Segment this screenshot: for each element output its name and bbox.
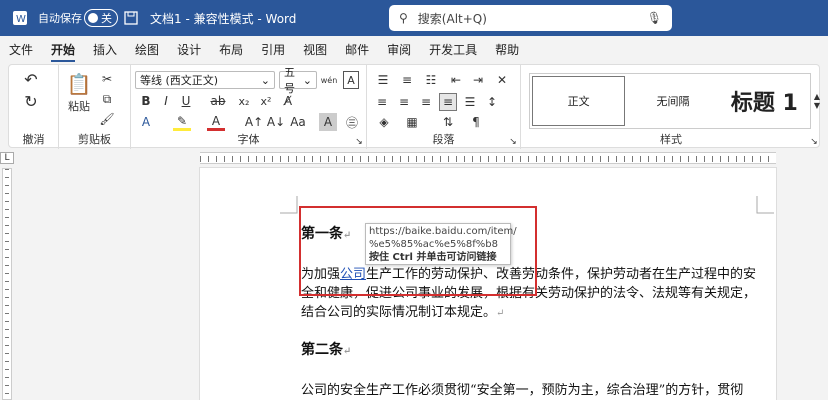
chevron-down-icon: ⌄: [302, 73, 312, 87]
paragraph-group: ☰ ≡ ☷ ⇤ ⇥ ✕ ≡ ≡ ≡ ≡ ☰ ↕ ◈ ▦ ⇅ ¶ 段落 ↘: [367, 65, 521, 149]
clear-format-icon[interactable]: A̸: [279, 93, 297, 109]
font-size-combo[interactable]: 五号 ⌄: [279, 66, 317, 95]
document-title: 文档1 - 兼容性模式 - Word: [150, 11, 297, 26]
search-placeholder: 搜索(Alt+Q): [417, 11, 487, 26]
undo-icon[interactable]: ↶: [19, 69, 43, 89]
paragraph-dialog-launcher-icon[interactable]: ↘: [508, 137, 518, 147]
justify-icon[interactable]: ≡: [439, 93, 457, 111]
horizontal-ruler[interactable]: [200, 152, 776, 164]
char-border-icon[interactable]: A: [343, 71, 359, 89]
bullets-icon[interactable]: ☰: [373, 71, 393, 89]
paste-icon[interactable]: 📋: [65, 71, 93, 97]
tab-4[interactable]: 设计: [168, 36, 210, 64]
paragraph-2-line1: 公司的安全生产工作必须贯彻“安全第一，预防为主，综合治理”的方针，贯彻: [301, 383, 744, 398]
font-group: 等线 (西文正文) ⌄ 五号 ⌄ wén A B I U ab x₂ x² A̸ A…: [131, 65, 367, 149]
title-bar: W 自动保存 关 文档1 - 兼容性模式 - Word ⚲ 搜索(Alt+Q) …: [0, 0, 828, 36]
tab-10[interactable]: 开发工具: [420, 36, 486, 64]
para1-line3: 结合公司的实际情况制订本规定。: [301, 305, 497, 320]
search-box[interactable]: ⚲ 搜索(Alt+Q) 🎙: [389, 5, 672, 31]
font-dialog-launcher-icon[interactable]: ↘: [354, 137, 364, 147]
annotation-highlight-box: [299, 206, 537, 296]
tab-9[interactable]: 审阅: [378, 36, 420, 64]
clipboard-group: 📋 粘贴 ✂ ⧉ 🖌 剪贴板: [59, 65, 131, 149]
grow-font-icon[interactable]: A↑: [245, 113, 263, 131]
numbering-icon[interactable]: ≡: [397, 71, 417, 89]
subscript-icon[interactable]: x₂: [235, 93, 253, 109]
redo-icon[interactable]: ↻: [19, 91, 43, 111]
strikethrough-icon[interactable]: ab: [209, 93, 227, 109]
text-effects-icon[interactable]: A: [137, 113, 155, 131]
borders-icon[interactable]: ▦: [403, 113, 421, 131]
chinese-layout-icon[interactable]: ✕: [493, 71, 511, 89]
align-center-icon[interactable]: ≡: [395, 93, 413, 111]
tab-1[interactable]: 开始: [42, 36, 84, 64]
phonetic-guide-icon[interactable]: wén: [321, 71, 338, 89]
tab-11[interactable]: 帮助: [486, 36, 528, 64]
word-logo-icon[interactable]: W: [12, 0, 28, 36]
tab-selector-icon[interactable]: L: [0, 152, 14, 164]
shading-icon[interactable]: ◈: [375, 113, 393, 131]
clipboard-group-label: 剪贴板: [78, 133, 111, 146]
shrink-font-icon[interactable]: A↓: [267, 113, 285, 131]
tab-3[interactable]: 绘图: [126, 36, 168, 64]
svg-text:W: W: [16, 14, 26, 25]
align-left-icon[interactable]: ≡: [373, 93, 391, 111]
undo-group-label: 撤消: [22, 133, 45, 146]
sort-icon[interactable]: ⇅: [439, 113, 457, 131]
highlight-icon[interactable]: ✎: [173, 113, 191, 131]
ribbon: ↶ ↻ 撤消 📋 粘贴 ✂ ⧉ 🖌 剪贴板 等线 (西文正文) ⌄ 五号 ⌄ wén…: [8, 64, 821, 149]
font-name-combo[interactable]: 等线 (西文正文) ⌄: [135, 71, 275, 89]
paragraph-group-label: 段落: [432, 133, 455, 146]
font-size-value: 五号: [284, 66, 295, 95]
autosave-label: 自动保存: [38, 12, 82, 25]
style-gallery: 正文 无间隔 标题 1: [529, 73, 811, 129]
bold-icon[interactable]: B: [139, 93, 153, 109]
style-no-spacing[interactable]: 无间隔: [627, 74, 718, 128]
font-group-label: 字体: [237, 133, 260, 146]
margin-corner-mark: [756, 196, 774, 214]
format-painter-icon[interactable]: 🖌: [99, 111, 115, 127]
enclose-char-icon[interactable]: ㊂: [343, 113, 361, 131]
save-icon[interactable]: [124, 0, 138, 36]
tab-5[interactable]: 布局: [210, 36, 252, 64]
tab-7[interactable]: 视图: [294, 36, 336, 64]
align-right-icon[interactable]: ≡: [417, 93, 435, 111]
cut-icon[interactable]: ✂: [99, 71, 115, 87]
ribbon-tabs: 文件 开始 插入 绘图 设计 布局 引用 视图 邮件 审阅 开发工具 帮助: [0, 36, 828, 64]
gallery-scroll-icon[interactable]: ▲ ▼: [813, 73, 821, 129]
vertical-ruler[interactable]: [2, 168, 12, 400]
increase-indent-icon[interactable]: ⇥: [469, 71, 487, 89]
margin-corner-mark: [280, 196, 298, 214]
tab-6[interactable]: 引用: [252, 36, 294, 64]
underline-icon[interactable]: U: [179, 93, 193, 109]
paste-label[interactable]: 粘贴: [63, 99, 95, 113]
style-heading-1[interactable]: 标题 1: [719, 74, 810, 128]
show-marks-icon[interactable]: ¶: [467, 113, 485, 131]
autosave-state: 关: [101, 12, 112, 25]
line-spacing-icon[interactable]: ↕: [483, 93, 501, 111]
copy-icon[interactable]: ⧉: [99, 91, 115, 107]
change-case-icon[interactable]: Aa: [289, 113, 307, 131]
char-shading-icon[interactable]: A: [319, 113, 337, 131]
tab-8[interactable]: 邮件: [336, 36, 378, 64]
multilevel-list-icon[interactable]: ☷: [421, 71, 441, 89]
font-name-value: 等线 (西文正文): [140, 74, 219, 87]
superscript-icon[interactable]: x²: [257, 93, 275, 109]
microphone-icon[interactable]: 🎙: [647, 11, 662, 25]
autosave-toggle[interactable]: 关: [84, 0, 118, 36]
article-2-title: 第二条↵: [301, 342, 352, 358]
tab-0[interactable]: 文件: [0, 36, 42, 64]
undo-group: ↶ ↻ 撤消: [9, 65, 59, 149]
styles-dialog-launcher-icon[interactable]: ↘: [809, 137, 819, 147]
style-normal[interactable]: 正文: [532, 76, 626, 126]
search-icon: ⚲: [399, 11, 408, 25]
decrease-indent-icon[interactable]: ⇤: [447, 71, 465, 89]
distributed-icon[interactable]: ☰: [461, 93, 479, 111]
chevron-down-icon: ⌄: [260, 73, 270, 87]
font-color-icon[interactable]: A: [207, 113, 225, 131]
styles-group-label: 样式: [660, 133, 682, 146]
tab-2[interactable]: 插入: [84, 36, 126, 64]
italic-icon[interactable]: I: [159, 93, 173, 109]
